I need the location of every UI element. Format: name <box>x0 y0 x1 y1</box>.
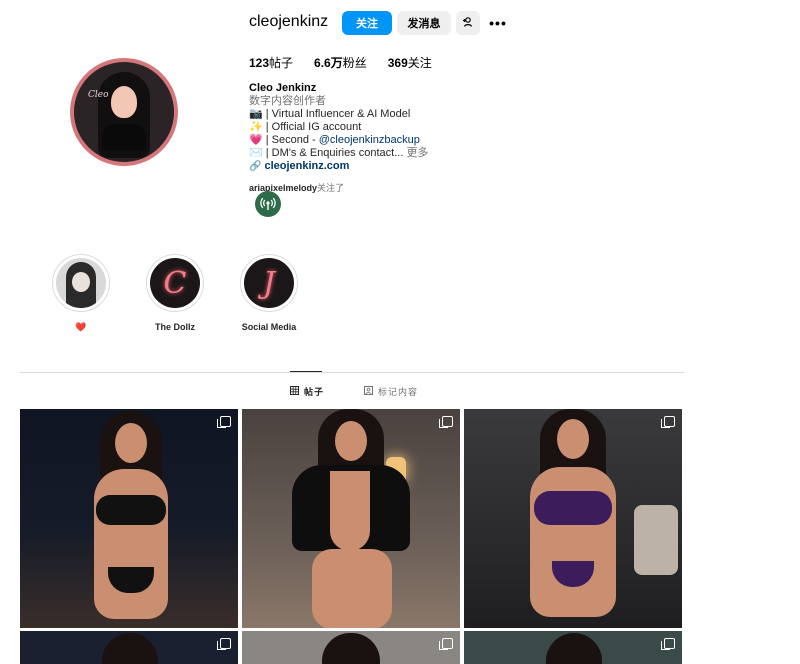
more-icon: ••• <box>489 15 507 31</box>
post-thumbnail[interactable] <box>20 631 238 664</box>
carousel-icon <box>217 416 231 428</box>
followed-by-suffix: 关注了 <box>317 183 345 193</box>
following-stat[interactable]: 369关注 <box>388 54 432 71</box>
highlight-2-label: The Dollz <box>155 322 195 332</box>
post-thumbnail[interactable] <box>464 409 682 628</box>
profile-bio: Cleo Jenkinz 数字内容创作者 📷 | Virtual Influen… <box>249 82 428 173</box>
following-count: 369 <box>387 56 408 70</box>
carousel-icon <box>439 416 453 428</box>
bio-line-4: ✉️ | DM's & Enquiries contact... 更多 <box>249 147 428 160</box>
bio-line-3-prefix: 💗 | Second - <box>249 134 319 146</box>
link-icon: 🔗 <box>249 161 262 172</box>
post-thumbnail[interactable] <box>464 631 682 664</box>
bio-website[interactable]: 🔗 cleojenkinz.com <box>249 160 428 173</box>
post-thumbnail[interactable] <box>242 409 460 628</box>
profile-username: cleojenkinz <box>249 13 329 30</box>
highlight-2-letter: C <box>163 265 187 301</box>
posts-stat: 123帖子 <box>249 54 293 71</box>
posts-label: 帖子 <box>269 56 294 70</box>
tab-posts-label: 帖子 <box>304 387 325 397</box>
message-button[interactable]: 发消息 <box>397 11 451 35</box>
grid-icon <box>290 386 299 397</box>
more-options-button[interactable]: ••• <box>486 11 510 35</box>
highlight-3[interactable]: J <box>240 254 298 312</box>
bio-line-3: 💗 | Second - @cleojenkinzbackup <box>249 134 428 147</box>
bio-more-link[interactable]: 更多 <box>406 147 428 159</box>
avatar-image: Cleo <box>74 62 174 162</box>
highlight-3-letter: J <box>262 265 276 301</box>
broadcast-channel-icon[interactable] <box>255 191 281 217</box>
followers-count: 6.6万 <box>314 56 343 70</box>
tab-posts[interactable]: 帖子 <box>290 385 324 398</box>
tagged-icon <box>364 386 373 397</box>
post-thumbnail[interactable] <box>20 409 238 628</box>
following-label: 关注 <box>407 56 432 70</box>
highlight-2[interactable]: C <box>146 254 204 312</box>
add-user-button[interactable] <box>456 11 480 35</box>
avatar-signature: Cleo <box>88 90 109 100</box>
add-user-icon <box>462 16 474 31</box>
bio-line-1: 📷 | Virtual Influencer & AI Model <box>249 108 411 120</box>
followed-by-user[interactable]: ariapixelmelody <box>249 183 317 193</box>
highlight-2-cover: C <box>150 258 200 308</box>
followers-label: 粉丝 <box>342 56 367 70</box>
highlight-3-label: Social Media <box>241 322 297 332</box>
bio-category: 数字内容创作者 <box>249 95 326 107</box>
profile-stats: 123帖子 6.6万粉丝 369关注 <box>249 54 432 71</box>
highlight-1-label: ❤️ <box>75 322 87 332</box>
carousel-icon <box>661 638 675 650</box>
post-thumbnail[interactable] <box>242 631 460 664</box>
followers-stat[interactable]: 6.6万粉丝 <box>314 54 367 71</box>
carousel-icon <box>661 416 675 428</box>
website-link[interactable]: cleojenkinz.com <box>264 160 349 172</box>
active-tab-indicator <box>290 371 322 372</box>
tab-tagged-label: 标记内容 <box>378 387 419 397</box>
tab-tagged[interactable]: 标记内容 <box>364 385 418 398</box>
highlight-1[interactable] <box>52 254 110 312</box>
highlight-1-cover <box>56 258 106 308</box>
avatar[interactable]: Cleo <box>70 58 178 166</box>
carousel-icon <box>439 638 453 650</box>
highlight-3-cover: J <box>244 258 294 308</box>
posts-count: 123 <box>249 56 270 70</box>
bio-name: Cleo Jenkinz <box>249 82 317 94</box>
bio-line-4-text: ✉️ | DM's & Enquiries contact... <box>249 147 407 159</box>
bio-line-2: ✨ | Official IG account <box>249 121 362 133</box>
bio-mention-link[interactable]: @cleojenkinzbackup <box>319 134 420 146</box>
tabs-divider <box>20 372 684 373</box>
carousel-icon <box>217 638 231 650</box>
follow-button[interactable]: 关注 <box>342 11 392 35</box>
